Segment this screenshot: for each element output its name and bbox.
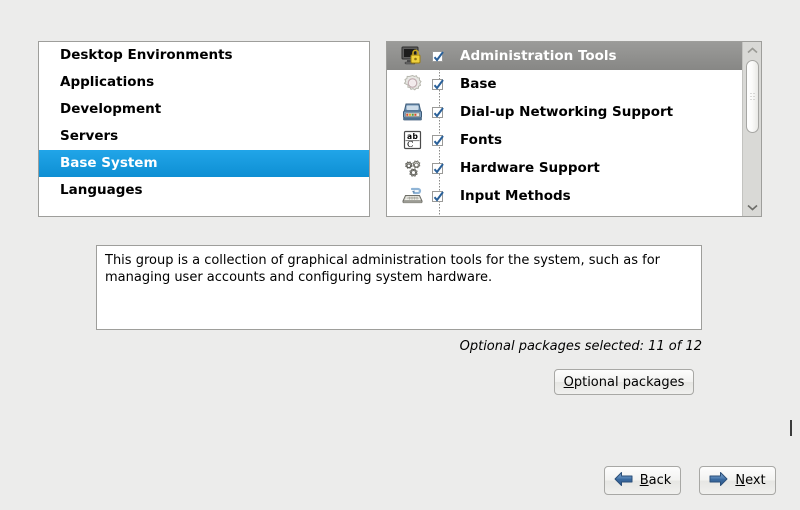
group-label: Languages [60, 182, 143, 198]
back-button[interactable]: Back [604, 466, 681, 495]
package-checkbox[interactable] [425, 191, 449, 202]
package-row[interactable]: Input Methods [387, 182, 742, 210]
next-label: ext [745, 473, 766, 488]
group-row[interactable]: Applications [39, 69, 369, 96]
group-label: Applications [60, 74, 154, 90]
package-checkbox[interactable] [425, 163, 449, 174]
arrow-right-icon [709, 471, 728, 491]
group-label: Desktop Environments [60, 47, 233, 63]
group-label: Development [60, 101, 161, 117]
package-list-scrollbar[interactable] [742, 42, 761, 216]
package-label: Dial-up Networking Support [449, 104, 673, 120]
package-row[interactable]: Dial-up Networking Support [387, 98, 742, 126]
font-sample-icon: a b C [399, 129, 425, 151]
group-label: Servers [60, 128, 118, 144]
package-row[interactable]: Base [387, 70, 742, 98]
selection-panels: Desktop Environments Applications Develo… [0, 0, 800, 228]
package-row-selected[interactable]: Administration Tools [387, 42, 742, 70]
package-checkbox[interactable] [425, 51, 449, 62]
package-label: Base [449, 76, 497, 92]
optional-packages-button[interactable]: Optional packages [554, 369, 694, 395]
group-row[interactable]: Development [39, 96, 369, 123]
group-row[interactable]: Languages [39, 177, 369, 204]
group-description-text: This group is a collection of graphical … [105, 252, 693, 286]
back-mnemonic: B [640, 473, 649, 488]
next-button[interactable]: Next [699, 466, 776, 495]
package-label: Hardware Support [449, 160, 600, 176]
group-description-box: This group is a collection of graphical … [96, 245, 702, 330]
package-label: Fonts [449, 132, 502, 148]
group-row-selected[interactable]: Base System [39, 150, 369, 177]
optional-packages-mnemonic: O [564, 375, 574, 390]
scrollbar-grip-icon [750, 93, 755, 101]
package-list[interactable]: Administration Tools [386, 41, 762, 217]
group-row[interactable]: Desktop Environments [39, 42, 369, 69]
next-mnemonic: N [735, 473, 745, 488]
group-label: Base System [60, 155, 158, 171]
monitor-lock-icon [399, 45, 425, 67]
package-checkbox[interactable] [425, 107, 449, 118]
arrow-left-icon [614, 471, 633, 491]
window-edge-artifact [790, 420, 792, 436]
package-checkbox[interactable] [425, 135, 449, 146]
package-label: Input Methods [449, 188, 571, 204]
package-rows: Administration Tools [387, 42, 742, 216]
package-groups-list[interactable]: Desktop Environments Applications Develo… [38, 41, 370, 217]
gear-icon [399, 73, 425, 95]
package-row[interactable]: a b C Fonts [387, 126, 742, 154]
group-row[interactable]: Servers [39, 123, 369, 150]
package-label: Administration Tools [449, 48, 617, 64]
optional-packages-status: Optional packages selected: 11 of 12 [460, 339, 702, 354]
gears-icon [399, 157, 425, 179]
package-checkbox[interactable] [425, 79, 449, 90]
optional-packages-label: ptional packages [574, 375, 685, 390]
chevron-up-icon[interactable] [743, 43, 761, 58]
back-label: ack [649, 473, 672, 488]
telephone-icon [399, 101, 425, 123]
scrollbar-thumb[interactable] [746, 60, 759, 133]
chevron-down-icon[interactable] [743, 200, 761, 215]
package-row[interactable]: Hardware Support [387, 154, 742, 182]
svg-text:C: C [407, 140, 414, 150]
keyboard-icon [399, 185, 425, 207]
